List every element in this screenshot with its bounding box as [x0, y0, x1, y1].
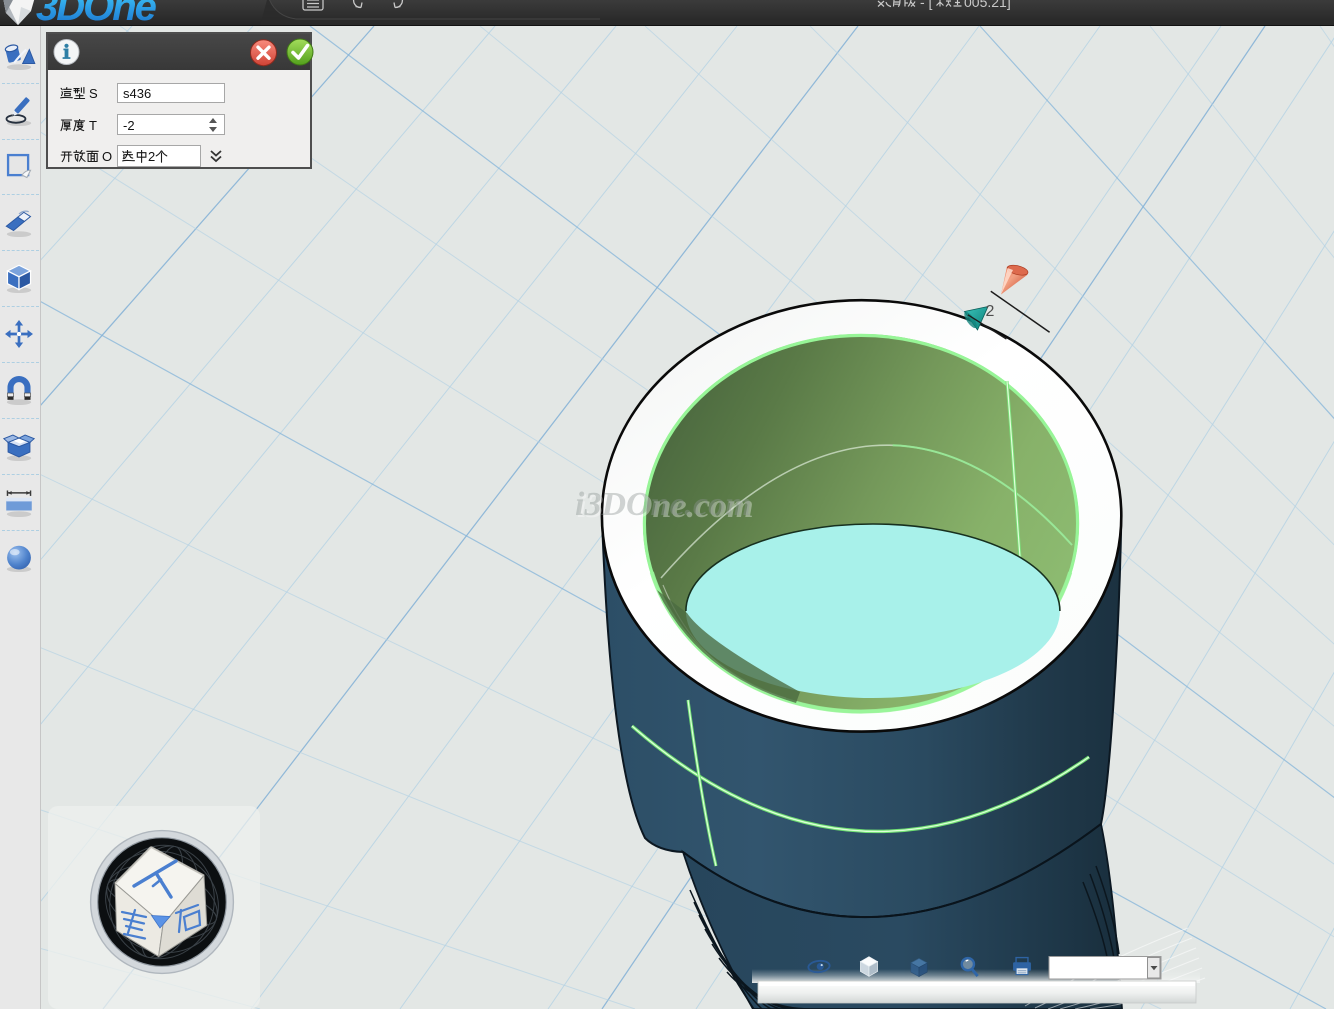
svg-text:i3DOne.com: i3DOne.com: [575, 486, 752, 523]
svg-text:005.21]: 005.21]: [964, 0, 1011, 10]
svg-text:- [: - [: [920, 0, 933, 10]
svg-text:2: 2: [986, 303, 995, 320]
svg-text:3DOne: 3DOne: [36, 0, 157, 26]
